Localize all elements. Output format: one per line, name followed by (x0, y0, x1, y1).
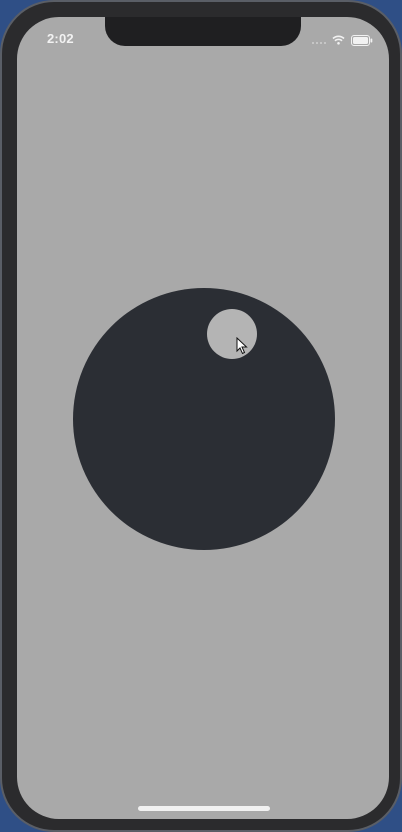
status-indicators (312, 34, 373, 46)
status-time: 2:02 (47, 31, 74, 46)
app-screen: 2:02 (17, 17, 389, 819)
large-dark-circle[interactable] (73, 288, 335, 550)
phone-frame: 2:02 (0, 0, 402, 832)
draggable-knob[interactable] (207, 309, 257, 359)
battery-icon (351, 34, 373, 46)
wifi-icon (332, 35, 345, 45)
home-indicator[interactable] (138, 806, 270, 811)
device-notch (105, 17, 301, 46)
mouse-pointer-icon (236, 336, 248, 355)
cellular-signal-icon (312, 36, 326, 44)
